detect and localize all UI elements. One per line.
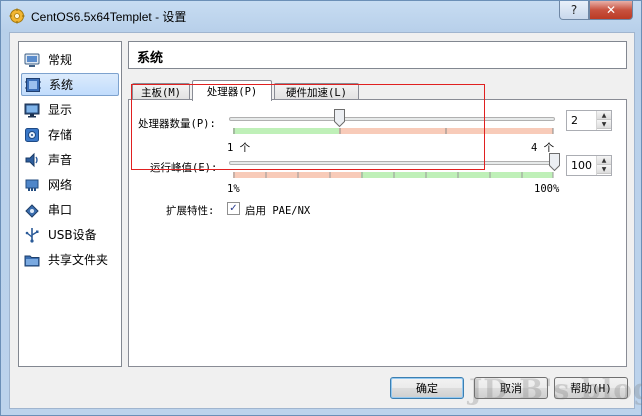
settings-window: CentOS6.5x64Templet - 设置 ? ✕ 常规 系统 显示 存储… (0, 0, 642, 416)
network-icon (25, 179, 39, 191)
page-header: 系统 (128, 41, 627, 69)
shared-folder-icon (24, 255, 40, 266)
cpu-count-label: 处理器数量(P): (138, 118, 216, 130)
cpu-count-slider-track[interactable] (229, 117, 555, 121)
execution-cap-spinbox[interactable]: 100 ▲ ▼ (566, 155, 612, 176)
title-bar[interactable]: CentOS6.5x64Templet - 设置 ? ✕ (1, 1, 641, 31)
cpu-count-up-icon[interactable]: ▲ (597, 111, 611, 120)
cpu-count-spinbox[interactable]: 2 ▲ ▼ (566, 110, 612, 131)
usb-icon (25, 227, 39, 243)
title-close-button[interactable]: ✕ (589, 1, 633, 20)
sidebar-item-storage[interactable]: 存储 (21, 123, 119, 146)
system-icon (25, 77, 41, 92)
audio-icon (25, 152, 38, 167)
execution-cap-ticks (233, 172, 554, 178)
serial-port-icon (25, 203, 39, 218)
dialog-body: 常规 系统 显示 存储 声音 网络 串口 USB设备 共享文件夹 系统 主板(M… (9, 32, 635, 409)
tab-processor[interactable]: 处理器(P) (192, 80, 272, 101)
sidebar-item-usb[interactable]: USB设备 (21, 223, 119, 246)
cpu-count-value[interactable]: 2 (571, 114, 578, 127)
execution-cap-max-label: 100% (534, 183, 560, 195)
cpu-count-slider-thumb[interactable] (334, 109, 345, 127)
window-title: CentOS6.5x64Templet - 设置 (31, 10, 187, 24)
sidebar-item-audio[interactable]: 声音 (21, 148, 119, 171)
ok-button[interactable]: 确定 (390, 377, 464, 399)
storage-icon (25, 127, 39, 142)
virtualbox-gear-icon (9, 8, 25, 24)
execution-cap-up-icon[interactable]: ▲ (597, 156, 611, 165)
page-title: 系统 (137, 51, 164, 66)
execution-cap-slider-track[interactable] (229, 161, 555, 165)
sidebar-item-general[interactable]: 常规 (21, 48, 119, 71)
sidebar-item-shared-folders[interactable]: 共享文件夹 (21, 248, 119, 271)
sidebar-item-network[interactable]: 网络 (21, 173, 119, 196)
pae-nx-checkbox[interactable]: ✓ (227, 202, 240, 215)
sidebar-item-system[interactable]: 系统 (21, 73, 119, 96)
settings-category-list: 常规 系统 显示 存储 声音 网络 串口 USB设备 共享文件夹 (18, 41, 122, 367)
sidebar-item-display[interactable]: 显示 (21, 98, 119, 121)
sidebar-item-serial-port[interactable]: 串口 (21, 198, 119, 221)
cpu-count-ticks (233, 128, 554, 134)
blog-watermark: JD B's blog (469, 373, 642, 406)
cpu-count-min-label: 1 个 (227, 142, 251, 154)
execution-cap-down-icon[interactable]: ▼ (597, 165, 611, 174)
title-help-button[interactable]: ? (559, 1, 589, 20)
display-icon (24, 103, 40, 117)
execution-cap-label: 运行峰值(E): (150, 162, 218, 174)
execution-cap-min-label: 1% (227, 183, 240, 195)
pae-nx-label[interactable]: 启用 PAE/NX (245, 203, 310, 218)
general-icon (24, 53, 40, 67)
execution-cap-value[interactable]: 100 (571, 159, 592, 172)
execution-cap-slider-thumb[interactable] (549, 153, 560, 171)
processor-tab-pane: 处理器数量(P): 1 个 4 个 2 ▲ ▼ 运行峰值(E): 1% 100%… (128, 99, 627, 367)
cpu-count-down-icon[interactable]: ▼ (597, 120, 611, 129)
extended-features-label: 扩展特性: (166, 205, 215, 217)
